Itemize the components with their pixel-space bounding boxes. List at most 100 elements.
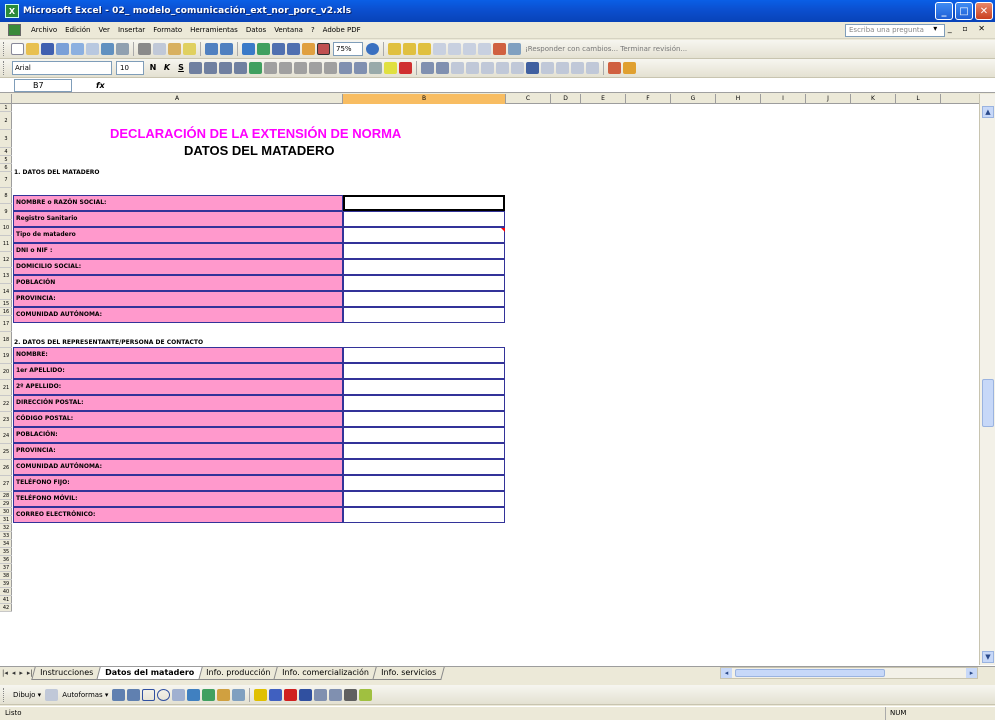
- column-header[interactable]: I: [761, 94, 806, 104]
- row-header[interactable]: 27: [0, 476, 12, 492]
- show-comment-icon[interactable]: [433, 43, 446, 55]
- font-name-select[interactable]: Arial: [12, 61, 112, 75]
- field-value-cell[interactable]: [343, 363, 505, 379]
- row-header[interactable]: 14: [0, 284, 12, 300]
- euro-icon[interactable]: [294, 62, 307, 74]
- toolbar-grip[interactable]: [3, 687, 6, 702]
- autoformas-menu[interactable]: Autoformas ▾: [62, 691, 108, 699]
- column-header[interactable]: K: [851, 94, 896, 104]
- rectangle-icon[interactable]: [142, 688, 156, 701]
- row-header[interactable]: 6: [0, 164, 12, 172]
- workbook-window-controls[interactable]: ▾ _ ▫ ✕: [933, 24, 989, 33]
- toolbar-icon-b[interactable]: [436, 62, 449, 74]
- tab-info-comercializacion[interactable]: Info. comercialización: [273, 666, 379, 680]
- currency-icon[interactable]: [249, 62, 262, 74]
- underline-button[interactable]: S: [175, 62, 187, 74]
- merge-center-icon[interactable]: [234, 62, 247, 74]
- tab-instrucciones[interactable]: Instrucciones: [31, 666, 102, 680]
- row-header[interactable]: 7: [0, 172, 12, 188]
- pdf-icon[interactable]: [493, 43, 506, 55]
- toolbar-icon-f[interactable]: [496, 62, 509, 74]
- toolbar-icon-i[interactable]: [541, 62, 554, 74]
- scroll-left-arrow-icon[interactable]: ◂: [721, 668, 732, 678]
- field-value-cell[interactable]: [343, 291, 505, 307]
- spelling-icon[interactable]: [101, 43, 114, 55]
- row-header[interactable]: 34: [0, 540, 12, 548]
- row-header[interactable]: 29: [0, 500, 12, 508]
- line-icon[interactable]: [112, 688, 126, 701]
- row-header[interactable]: 26: [0, 460, 12, 476]
- bold-button[interactable]: N: [147, 62, 159, 74]
- toolbar-grip[interactable]: [3, 61, 6, 75]
- field-value-cell[interactable]: [343, 507, 505, 523]
- row-header[interactable]: 25: [0, 444, 12, 460]
- align-left-icon[interactable]: [189, 62, 202, 74]
- redo-icon[interactable]: [220, 43, 233, 55]
- column-header[interactable]: D: [551, 94, 581, 104]
- format-painter-icon[interactable]: [183, 43, 196, 55]
- track-changes-icon[interactable]: [418, 43, 431, 55]
- show-ink-icon[interactable]: [448, 43, 461, 55]
- toolbar-grip[interactable]: [3, 42, 6, 56]
- field-value-cell[interactable]: [343, 475, 505, 491]
- italic-button[interactable]: K: [161, 62, 173, 74]
- undo-icon[interactable]: [205, 43, 218, 55]
- column-header[interactable]: H: [716, 94, 761, 104]
- function-icon[interactable]: fx: [96, 81, 105, 90]
- row-header[interactable]: 37: [0, 564, 12, 572]
- row-header[interactable]: 20: [0, 364, 12, 380]
- scroll-down-arrow-icon[interactable]: ▼: [982, 651, 994, 663]
- toolbar-icon-c[interactable]: [451, 62, 464, 74]
- toolbar-icon-j[interactable]: [556, 62, 569, 74]
- textbox-icon[interactable]: [172, 688, 186, 701]
- sort-ascending-icon[interactable]: [272, 43, 285, 55]
- open-icon[interactable]: [26, 43, 39, 55]
- print-icon[interactable]: [71, 43, 84, 55]
- row-header[interactable]: 23: [0, 412, 12, 428]
- field-value-cell[interactable]: [343, 491, 505, 507]
- comment-icon[interactable]: [403, 43, 416, 55]
- row-header[interactable]: 21: [0, 380, 12, 396]
- scroll-thumb[interactable]: [982, 379, 994, 427]
- row-header[interactable]: 18: [0, 332, 12, 348]
- menu-adobe-pdf[interactable]: Adobe PDF: [319, 22, 365, 39]
- new-icon[interactable]: [11, 43, 24, 55]
- row-header[interactable]: 8: [0, 188, 12, 204]
- field-value-cell[interactable]: [343, 411, 505, 427]
- percent-icon[interactable]: [264, 62, 277, 74]
- cut-icon[interactable]: [138, 43, 151, 55]
- dibujo-menu[interactable]: Dibujo ▾: [13, 691, 41, 699]
- field-value-cell[interactable]: [343, 195, 505, 211]
- increase-indent-icon[interactable]: [354, 62, 367, 74]
- increase-decimal-icon[interactable]: [309, 62, 322, 74]
- field-value-cell[interactable]: [343, 243, 505, 259]
- menu-archivo[interactable]: Archivo: [27, 22, 61, 39]
- oval-icon[interactable]: [157, 688, 171, 701]
- research-icon[interactable]: [116, 43, 129, 55]
- menu-help[interactable]: ?: [307, 22, 319, 39]
- toolbar-icon-l[interactable]: [586, 62, 599, 74]
- tab-datos-del-matadero[interactable]: Datos del matadero: [96, 666, 203, 680]
- select-all-corner[interactable]: [0, 94, 12, 104]
- field-value-cell[interactable]: [343, 347, 505, 363]
- column-header[interactable]: A: [12, 94, 343, 104]
- toolbar-icon-k[interactable]: [571, 62, 584, 74]
- dash-style-icon[interactable]: [314, 688, 328, 701]
- row-header[interactable]: 4: [0, 148, 12, 156]
- picture-icon[interactable]: [232, 688, 246, 701]
- minimize-button[interactable]: _: [935, 2, 953, 20]
- font-color-draw-icon[interactable]: [284, 688, 298, 701]
- wordart-icon[interactable]: [187, 688, 201, 701]
- delete-comment-icon[interactable]: [478, 43, 491, 55]
- mail-icon[interactable]: [508, 43, 521, 55]
- row-header[interactable]: 15: [0, 300, 12, 308]
- fill-color-icon[interactable]: [384, 62, 397, 74]
- toolbar-icon-a[interactable]: [421, 62, 434, 74]
- decrease-indent-icon[interactable]: [339, 62, 352, 74]
- column-header[interactable]: J: [806, 94, 851, 104]
- chart-wizard-icon[interactable]: [302, 43, 315, 55]
- row-header[interactable]: 39: [0, 580, 12, 588]
- row-header[interactable]: 41: [0, 596, 12, 604]
- column-header[interactable]: B: [343, 94, 506, 104]
- hyperlink-icon[interactable]: [242, 43, 255, 55]
